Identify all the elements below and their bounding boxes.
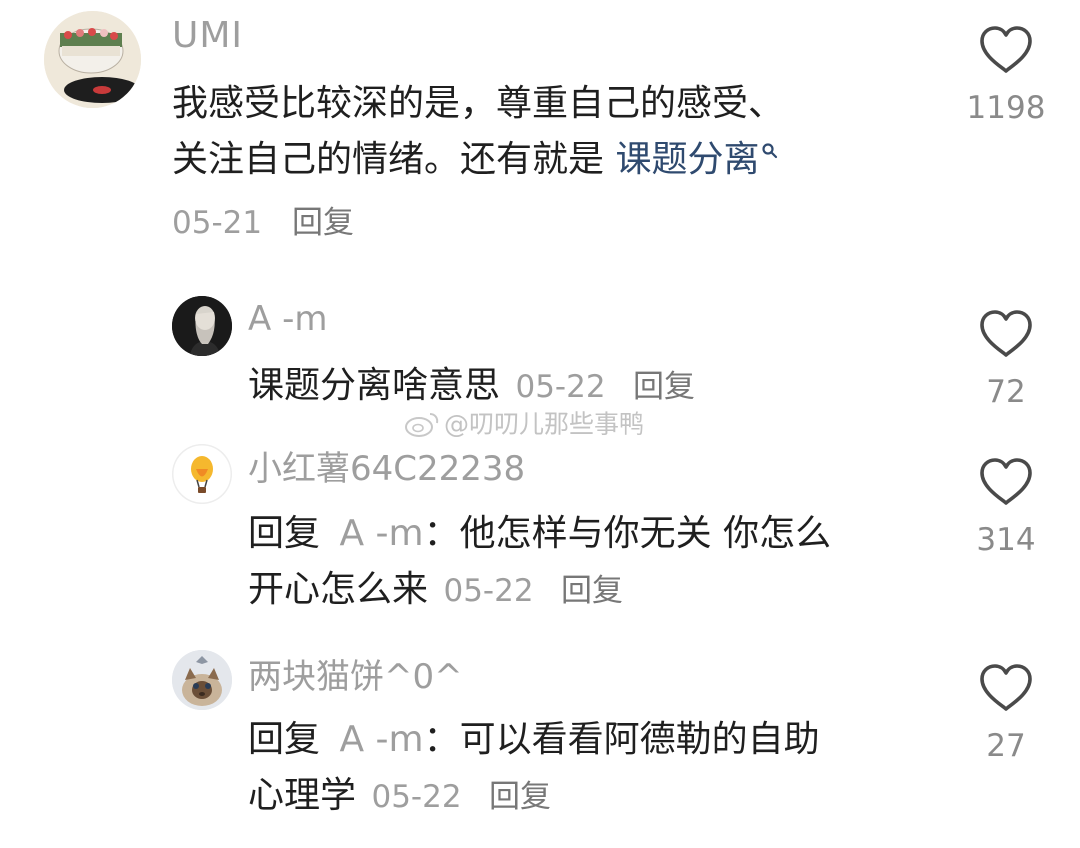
- reply-text-line1: 可以看看阿德勒的自助: [459, 719, 820, 760]
- reply-text-line1: 他怎样与你无关 你怎么: [459, 513, 832, 554]
- like-count: 1198: [966, 90, 1046, 126]
- reply-text: 课题分离啥意思 05-22 回复: [248, 358, 695, 415]
- avatar[interactable]: [44, 11, 141, 108]
- record-cake-avatar-image: [44, 11, 141, 108]
- avatar[interactable]: [172, 296, 232, 356]
- person-avatar-image: [172, 296, 232, 356]
- like-count: 314: [976, 522, 1036, 558]
- weibo-logo-icon: [405, 413, 439, 437]
- comment-text-line2: 关注自己的情绪。还有就是: [172, 139, 616, 180]
- hot-air-balloon-avatar-image: [172, 444, 232, 504]
- reply-button[interactable]: 回复: [633, 369, 695, 405]
- reply-button[interactable]: 回复: [292, 205, 354, 241]
- reply-prefix: 回复: [248, 719, 321, 760]
- mention-colon: ：: [423, 513, 460, 554]
- reply-username[interactable]: 两块猫饼^0^: [248, 660, 463, 694]
- reply-username[interactable]: 小红薯64C22238: [248, 452, 525, 486]
- reply-date: 05-22: [371, 779, 462, 815]
- avatar[interactable]: [172, 444, 232, 504]
- comment-meta: 05-21 回复: [172, 208, 354, 239]
- reply-text: 回复 A -m：可以看看阿德勒的自助 心理学 05-22 回复: [248, 712, 820, 825]
- search-icon: [762, 143, 778, 159]
- cat-avatar-image: [172, 650, 232, 710]
- reply-prefix: 回复: [248, 513, 321, 554]
- comment-text-line1: 我感受比较深的是，尊重自己的感受、: [172, 83, 785, 124]
- mention-username[interactable]: A -m: [339, 719, 423, 760]
- reply-date: 05-22: [515, 369, 606, 405]
- watermark-text: @叨叨儿那些事鸭: [444, 409, 645, 439]
- reply-text-line2: 开心怎么来: [248, 569, 429, 610]
- comment-username[interactable]: UMI: [172, 18, 243, 54]
- topic-link[interactable]: 课题分离: [615, 139, 759, 180]
- mention-username[interactable]: A -m: [339, 513, 423, 554]
- heart-icon[interactable]: [978, 24, 1034, 76]
- like-count: 27: [986, 728, 1026, 764]
- reply-text: 回复 A -m：他怎样与你无关 你怎么 开心怎么来 05-22 回复: [248, 506, 831, 619]
- reply-text-content: 课题分离啥意思: [248, 365, 501, 406]
- heart-icon[interactable]: [978, 456, 1034, 508]
- reply-button[interactable]: 回复: [561, 573, 623, 609]
- avatar[interactable]: [172, 650, 232, 710]
- comment-date: 05-21: [172, 205, 263, 241]
- mention-colon: ：: [423, 719, 460, 760]
- like-count: 72: [986, 374, 1026, 410]
- heart-icon[interactable]: [978, 308, 1034, 360]
- reply-text-line2: 心理学: [248, 775, 357, 816]
- reply-button[interactable]: 回复: [489, 779, 551, 815]
- heart-icon[interactable]: [978, 662, 1034, 714]
- reply-date: 05-22: [443, 573, 534, 609]
- reply-username[interactable]: A -m: [248, 302, 327, 336]
- comment-text: 我感受比较深的是，尊重自己的感受、 关注自己的情绪。还有就是 课题分离: [172, 76, 784, 188]
- watermark: @叨叨儿那些事鸭: [404, 410, 644, 438]
